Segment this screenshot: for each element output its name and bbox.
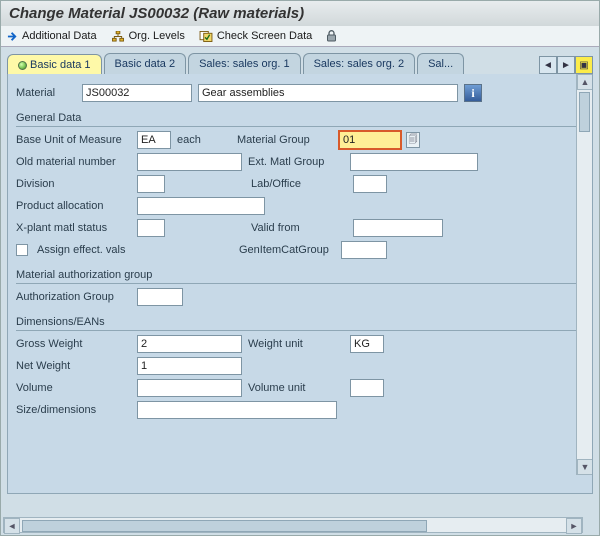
tab-sales-org-2[interactable]: Sales: sales org. 2 (303, 53, 416, 74)
wunit-field[interactable] (350, 335, 384, 353)
tab-nav: ◄ ► ▣ (539, 56, 593, 74)
validfrom-label: Valid from (251, 222, 347, 234)
scroll-up-icon[interactable]: ▲ (577, 74, 593, 90)
tab-panel: Material i General Data Base Unit of Mea… (7, 74, 593, 494)
vol-label: Volume (16, 382, 131, 394)
genitem-label: GenItemCatGroup (239, 244, 335, 256)
lab-label: Lab/Office (251, 178, 347, 190)
hscroll-thumb[interactable] (22, 520, 427, 532)
general-data-group: General Data Base Unit of Measure each M… (16, 110, 584, 259)
assign-label: Assign effect. vals (37, 244, 233, 256)
tab-basic-data-1[interactable]: Basic data 1 (7, 54, 102, 75)
material-row: Material i (16, 84, 584, 102)
titlebar: Change Material JS00032 (Raw materials) (1, 1, 599, 26)
lock-icon (326, 30, 337, 42)
org-levels-label: Org. Levels (129, 30, 185, 42)
scroll-track[interactable] (577, 134, 592, 459)
f4-help-icon[interactable]: 🗐 (406, 132, 420, 148)
prodalloc-label: Product allocation (16, 200, 131, 212)
net-field[interactable] (137, 357, 242, 375)
dimensions-group: Dimensions/EANs Gross Weight Weight unit… (16, 314, 584, 419)
general-data-title: General Data (16, 110, 584, 127)
tab-scroll-right[interactable]: ► (557, 56, 575, 74)
scroll-down-icon[interactable]: ▼ (577, 459, 593, 475)
client-hscroll[interactable]: ◄ ► (3, 517, 583, 533)
dimensions-title: Dimensions/EANs (16, 314, 584, 331)
material-number-field[interactable] (82, 84, 192, 102)
auth-group: Material authorization group Authorizati… (16, 267, 584, 306)
size-field[interactable] (137, 401, 337, 419)
extmatgrp-label: Ext. Matl Group (248, 156, 344, 168)
ext-matgrp-field[interactable] (350, 153, 478, 171)
assign-effect-checkbox[interactable] (16, 244, 28, 256)
vunit-field[interactable] (350, 379, 384, 397)
authgrp-label: Authorization Group (16, 291, 131, 303)
check-screen-label: Check Screen Data (217, 30, 312, 42)
oldmat-label: Old material number (16, 156, 131, 168)
xplant-field[interactable] (137, 219, 165, 237)
division-label: Division (16, 178, 131, 190)
wunit-label: Weight unit (248, 338, 344, 350)
lab-field[interactable] (353, 175, 387, 193)
matgrp-label: Material Group (237, 134, 333, 146)
scroll-left-icon[interactable]: ◄ (4, 518, 20, 534)
vunit-label: Volume unit (248, 382, 344, 394)
gross-field[interactable] (137, 335, 242, 353)
genitem-field[interactable] (341, 241, 387, 259)
vol-field[interactable] (137, 379, 242, 397)
check-screen-icon (199, 31, 213, 42)
tab-basic-data-2[interactable]: Basic data 2 (104, 53, 187, 74)
buom-label: Base Unit of Measure (16, 134, 131, 146)
size-label: Size/dimensions (16, 404, 131, 416)
authgrp-field[interactable] (137, 288, 183, 306)
tabstrip: Basic data 1 Basic data 2 Sales: sales o… (1, 47, 599, 74)
material-group-field[interactable] (339, 131, 401, 149)
gross-label: Gross Weight (16, 338, 131, 350)
tab-label: Basic data 1 (30, 59, 91, 71)
material-label: Material (16, 87, 76, 99)
hierarchy-icon (111, 31, 125, 42)
tab-list-button[interactable]: ▣ (575, 56, 593, 74)
material-desc-field[interactable] (198, 84, 458, 102)
buom-field[interactable] (137, 131, 171, 149)
additional-data-button[interactable]: Additional Data (7, 30, 97, 42)
toolbar: Additional Data Org. Levels Check Screen… (1, 26, 599, 47)
prodalloc-field[interactable] (137, 197, 265, 215)
org-levels-button[interactable]: Org. Levels (111, 30, 185, 42)
net-label: Net Weight (16, 360, 131, 372)
division-field[interactable] (137, 175, 165, 193)
xplant-label: X-plant matl status (16, 222, 131, 234)
tab-sales-org-1[interactable]: Sales: sales org. 1 (188, 53, 301, 74)
active-tab-icon (18, 61, 27, 70)
buom-text: each (177, 134, 231, 146)
panel-scroll[interactable]: Material i General Data Base Unit of Mea… (8, 74, 592, 493)
auth-title: Material authorization group (16, 267, 584, 284)
tab-scroll-left[interactable]: ◄ (539, 56, 557, 74)
sap-window: Change Material JS00032 (Raw materials) … (0, 0, 600, 536)
page-title: Change Material JS00032 (Raw materials) (9, 5, 304, 22)
scroll-thumb[interactable] (579, 92, 590, 132)
validfrom-field[interactable] (353, 219, 443, 237)
scroll-right-icon[interactable]: ► (566, 518, 582, 534)
check-screen-button[interactable]: Check Screen Data (199, 30, 312, 42)
arrow-right-icon (7, 31, 18, 42)
old-material-field[interactable] (137, 153, 242, 171)
client-area: Basic data 1 Basic data 2 Sales: sales o… (1, 47, 599, 535)
additional-data-label: Additional Data (22, 30, 97, 42)
hscroll-track[interactable] (429, 518, 566, 532)
tab-sales-more[interactable]: Sal... (417, 53, 464, 74)
info-icon[interactable]: i (464, 84, 482, 102)
panel-vscroll[interactable]: ▲ ▼ (576, 74, 592, 475)
